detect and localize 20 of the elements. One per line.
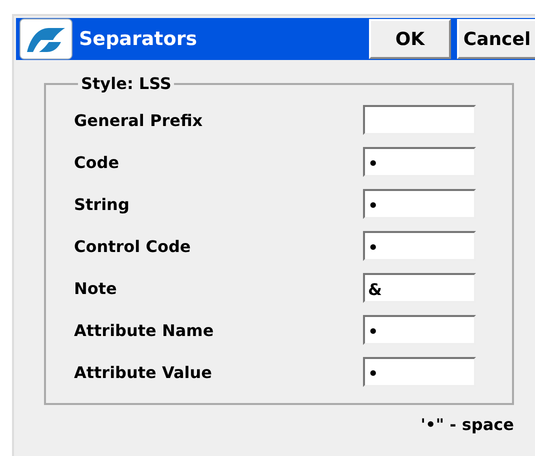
input-field[interactable]: •	[363, 147, 476, 177]
field-label: Note	[74, 278, 117, 298]
field-label: General Prefix	[74, 110, 203, 130]
input-field[interactable]: •	[363, 189, 476, 219]
group-title: Style: LSS	[80, 74, 172, 93]
field-label: String	[74, 194, 130, 214]
input-field[interactable]: •	[363, 231, 476, 261]
ok-button[interactable]: OK	[369, 19, 451, 59]
field-label: Code	[74, 152, 120, 172]
logo-icon	[19, 18, 73, 60]
legend-note: '•" - space	[420, 415, 514, 434]
input-field[interactable]	[363, 105, 476, 135]
field-label: Attribute Value	[74, 362, 212, 382]
input-field[interactable]: &	[363, 273, 476, 303]
field-label: Attribute Name	[74, 320, 214, 340]
cancel-button[interactable]: Cancel	[457, 19, 535, 59]
input-field[interactable]: •	[363, 357, 476, 387]
field-label: Control Code	[74, 236, 191, 256]
window-title: Separators	[79, 28, 197, 50]
input-field[interactable]: •	[363, 315, 476, 345]
